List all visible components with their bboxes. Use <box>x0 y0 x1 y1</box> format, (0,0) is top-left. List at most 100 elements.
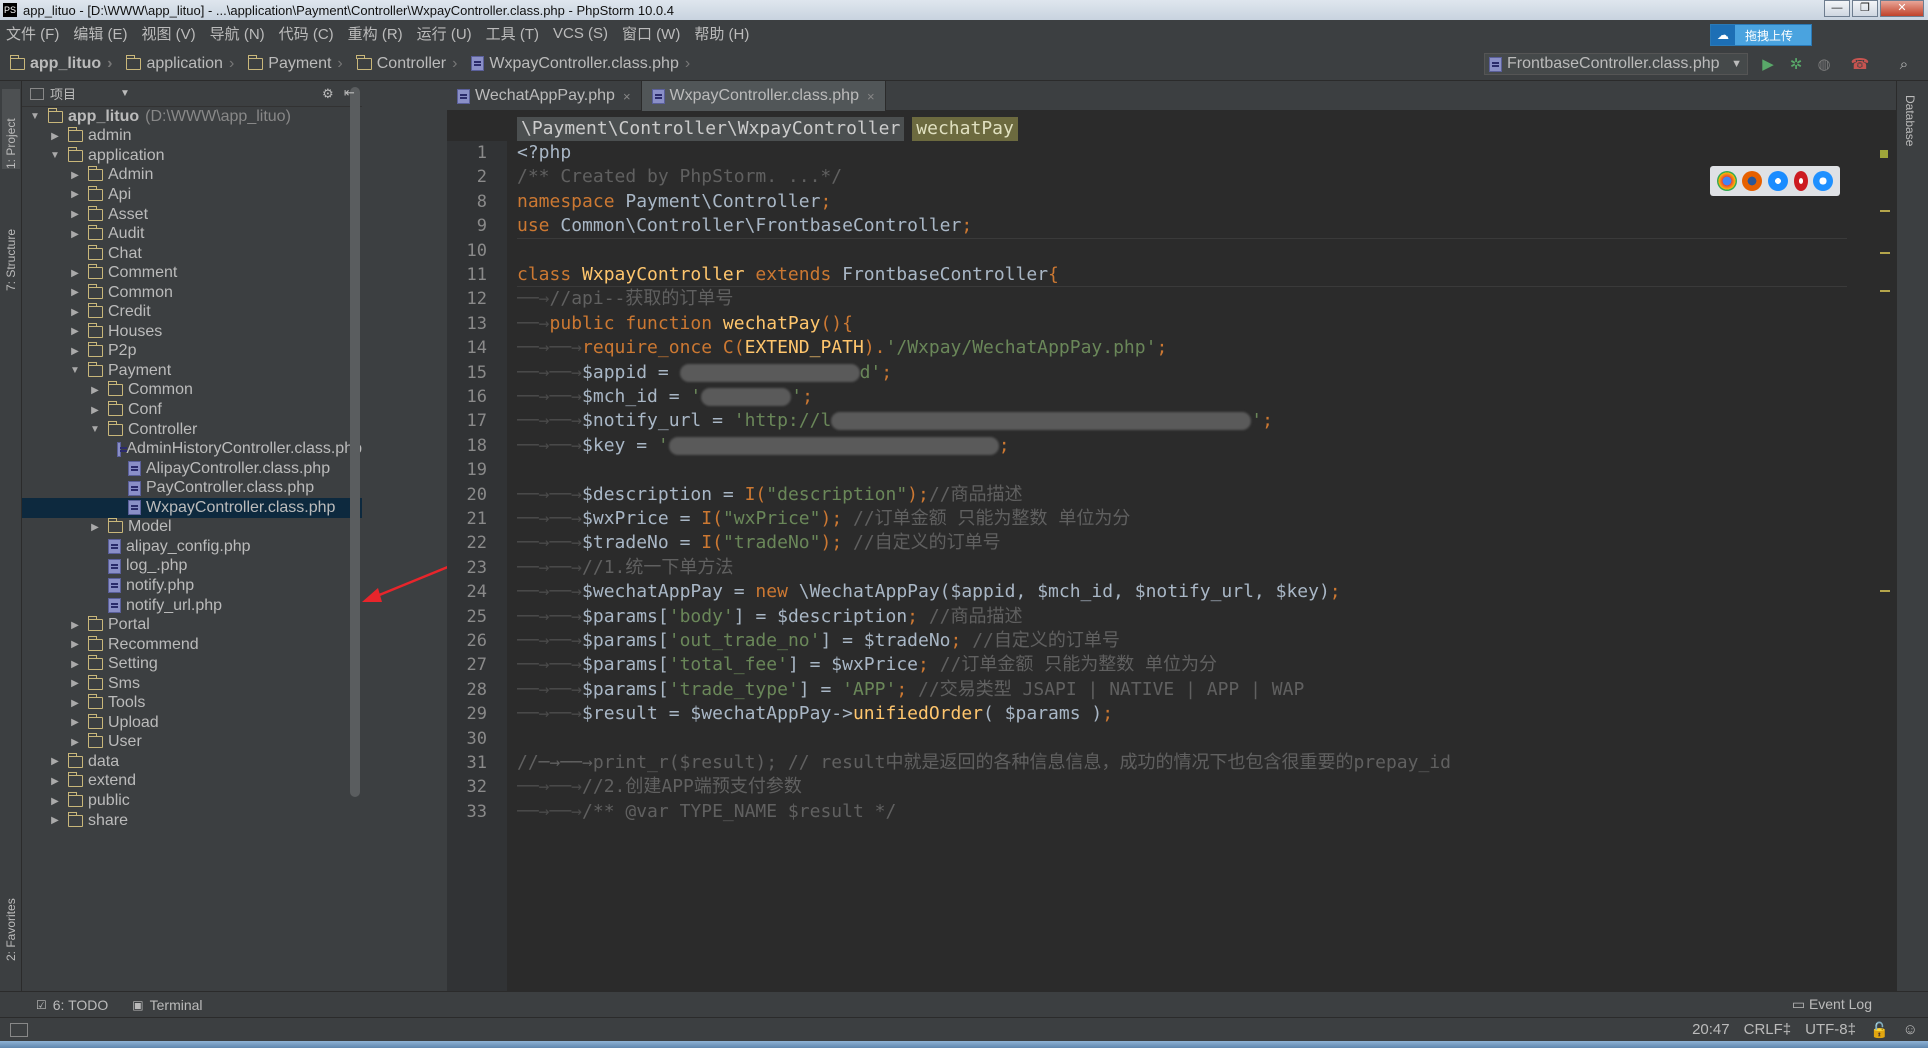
gear-icon[interactable]: ⚙ <box>322 86 334 102</box>
tree-folder-item[interactable]: ▶ Common <box>22 283 362 303</box>
tree-folder-item[interactable]: ▶ Houses <box>22 322 362 342</box>
tab-wechatapppay[interactable]: WechatAppPay.php × <box>447 81 642 111</box>
tree-folder-item[interactable]: ▶ Model <box>22 518 362 538</box>
tree-file-item[interactable]: AlipayController.class.php <box>22 459 362 479</box>
chevron-right-icon[interactable]: ▶ <box>88 522 102 533</box>
tree-folder-item[interactable]: ▶ Comment <box>22 263 362 283</box>
drag-upload-button[interactable]: ☁ 拖拽上传 <box>1710 24 1812 46</box>
firefox-icon[interactable] <box>1742 171 1763 191</box>
hector-icon[interactable]: ☺ <box>1903 1021 1918 1038</box>
code-line[interactable]: ──→──→//1.统一下单方法 <box>517 556 733 580</box>
lock-icon[interactable]: 🔓 <box>1870 1021 1889 1039</box>
tree-folder-item[interactable]: ▶ Tools <box>22 694 362 714</box>
project-tool-tab[interactable]: 1: Project <box>2 89 20 169</box>
warning-stripe-marker[interactable] <box>1880 590 1890 592</box>
tree-folder-item[interactable]: ▶ Asset <box>22 205 362 225</box>
menu-run[interactable]: 运行 (U) <box>411 23 480 44</box>
code-line[interactable]: class WxpayController extends FrontbaseC… <box>517 263 1059 287</box>
chevron-right-icon[interactable]: ▶ <box>68 209 82 220</box>
project-view-label[interactable]: 项目 <box>50 84 76 103</box>
chevron-down-icon[interactable]: ▼ <box>88 424 102 435</box>
chevron-right-icon[interactable]: ▶ <box>68 678 82 689</box>
tree-file-item[interactable]: notify.php <box>22 576 362 596</box>
tree-folder-item[interactable]: ▶ Api <box>22 185 362 205</box>
chevron-down-icon[interactable]: ▼ <box>48 150 62 161</box>
code-line[interactable]: ──→──→/** @var TYPE_NAME $result */ <box>517 800 896 824</box>
code-line[interactable]: /** Created by PhpStorm. ...*/ <box>517 165 842 189</box>
code-line[interactable]: ──→──→$params['total_fee'] = $wxPrice; /… <box>517 653 1217 677</box>
search-icon[interactable]: ⌕ <box>1894 54 1914 74</box>
tree-folder-item[interactable]: ▶ Conf <box>22 400 362 420</box>
code-line[interactable]: ──→──→$mch_id = ' '; <box>517 385 813 409</box>
menu-window[interactable]: 窗口 (W) <box>616 23 688 44</box>
analysis-status-marker[interactable] <box>1880 150 1888 158</box>
tree-folder-item[interactable]: ▼ application <box>22 146 362 166</box>
tree-folder-item[interactable]: ▶ share <box>22 811 362 831</box>
tree-folder-item[interactable]: ▶ extend <box>22 772 362 792</box>
code-line[interactable]: //─→──→print_r($result); // result中就是返回的… <box>517 751 1451 775</box>
tree-folder-item[interactable]: ▶ Setting <box>22 654 362 674</box>
tree-folder-item[interactable]: ▶ data <box>22 752 362 772</box>
chevron-right-icon[interactable]: ▶ <box>68 229 82 240</box>
menu-edit[interactable]: 编辑 (E) <box>67 23 135 44</box>
chevron-right-icon[interactable]: ▶ <box>68 326 82 337</box>
code-line[interactable]: namespace Payment\Controller; <box>517 190 831 214</box>
warning-stripe-marker[interactable] <box>1880 290 1890 292</box>
terminal-tool-tab[interactable]: ▣ Terminal <box>132 997 202 1013</box>
code-line[interactable]: ──→──→$tradeNo = I("tradeNo"); //自定义的订单号 <box>517 531 1001 555</box>
database-tool-tab[interactable]: Database <box>1903 95 1917 146</box>
warning-stripe-marker[interactable] <box>1880 210 1890 212</box>
code-line[interactable]: ──→──→$params['out_trade_no'] = $tradeNo… <box>517 629 1120 653</box>
run-icon[interactable]: ▶ <box>1758 54 1778 74</box>
menu-code[interactable]: 代码 (C) <box>273 23 342 44</box>
nav-crumb-file[interactable]: WxpayController.class.php › <box>461 55 694 73</box>
tree-folder-item[interactable]: Chat <box>22 244 362 264</box>
tree-folder-item[interactable]: ▶ admin <box>22 127 362 147</box>
menu-view[interactable]: 视图 (V) <box>136 23 204 44</box>
code-line[interactable]: ──→public function wechatPay(){ <box>517 312 853 336</box>
toggle-tool-windows-icon[interactable] <box>10 1022 28 1037</box>
chevron-right-icon[interactable]: ▶ <box>48 131 62 142</box>
chevron-right-icon[interactable]: ▶ <box>68 189 82 200</box>
tree-file-item[interactable]: log_.php <box>22 557 362 577</box>
tree-folder-item[interactable]: ▼ Payment <box>22 361 362 381</box>
code-line[interactable]: ──→──→$wxPrice = I("wxPrice"); //订单金额 只能… <box>517 507 1130 531</box>
code-line[interactable]: <?php <box>517 141 571 165</box>
chevron-right-icon[interactable]: ▶ <box>48 815 62 826</box>
close-tab-icon[interactable]: × <box>867 89 875 104</box>
tree-file-item[interactable]: notify_url.php <box>22 596 362 616</box>
nav-crumb-payment[interactable]: Payment › <box>238 54 346 73</box>
code-line[interactable]: ──→//api--获取的订单号 <box>517 287 733 311</box>
nav-crumb-project[interactable]: app_lituo › <box>0 54 116 73</box>
tree-folder-item[interactable]: ▶ Sms <box>22 674 362 694</box>
favorites-tool-tab[interactable]: 2: Favorites <box>2 871 20 961</box>
caret-position[interactable]: 20:47 <box>1692 1021 1730 1038</box>
warning-stripe-marker[interactable] <box>1880 252 1890 254</box>
todo-tool-tab[interactable]: ☑ 6: TODO <box>36 997 108 1013</box>
tree-folder-item[interactable]: ▶ Recommend <box>22 635 362 655</box>
event-log-tab[interactable]: ▭ Event Log <box>1792 996 1872 1013</box>
tree-folder-item[interactable]: ▼ Controller <box>22 420 362 440</box>
debug-icon[interactable]: ✲ <box>1786 54 1806 74</box>
close-tab-icon[interactable]: × <box>623 89 631 104</box>
menu-refactor[interactable]: 重构 (R) <box>342 23 411 44</box>
chevron-right-icon[interactable]: ▶ <box>68 170 82 181</box>
code-line[interactable]: use Common\Controller\FrontbaseControlle… <box>517 214 972 238</box>
menu-file[interactable]: 文件 (F) <box>0 23 67 44</box>
code-line[interactable]: ──→──→$result = $wechatAppPay->unifiedOr… <box>517 702 1113 726</box>
menu-vcs[interactable]: VCS (S) <box>547 25 616 42</box>
menu-help[interactable]: 帮助 (H) <box>688 23 757 44</box>
menu-navigate[interactable]: 导航 (N) <box>204 23 273 44</box>
tab-wxpaycontroller[interactable]: WxpayController.class.php × <box>641 81 886 111</box>
code-line[interactable]: ──→──→$appid = d'; <box>517 361 892 385</box>
code-line[interactable]: ──→──→$notify_url = 'http://l '; <box>517 409 1273 433</box>
code-line[interactable]: ──→──→//2.创建APP端预支付参数 <box>517 775 802 799</box>
chevron-right-icon[interactable]: ▶ <box>48 756 62 767</box>
chevron-right-icon[interactable]: ▶ <box>68 737 82 748</box>
code-line[interactable]: ──→──→require_once C(EXTEND_PATH).'/Wxpa… <box>517 336 1167 360</box>
chevron-right-icon[interactable]: ▶ <box>68 717 82 728</box>
tree-file-item[interactable]: AdminHistoryController.class.php <box>22 439 362 459</box>
chevron-right-icon[interactable]: ▶ <box>68 268 82 279</box>
tree-folder-item[interactable]: ▶ Credit <box>22 303 362 323</box>
chevron-right-icon[interactable]: ▶ <box>48 776 62 787</box>
